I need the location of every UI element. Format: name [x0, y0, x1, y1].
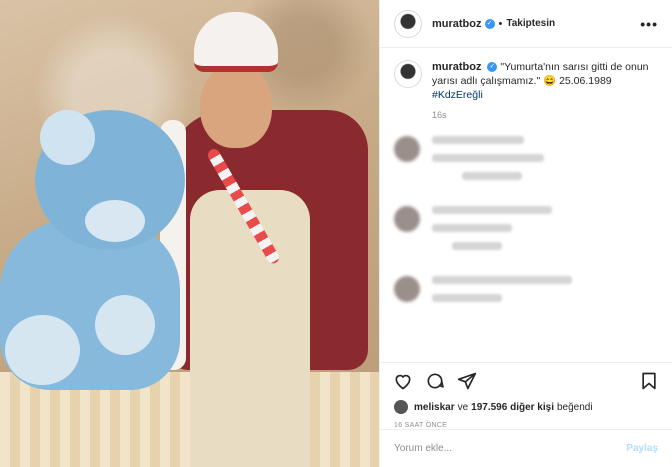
- verified-badge-icon: ✓: [487, 62, 498, 73]
- likes-summary: meliskar ve 197.596 diğer kişi beğendi: [380, 398, 672, 414]
- list-item: [394, 276, 658, 312]
- comment-icon: [427, 373, 444, 389]
- blur-line: [462, 172, 522, 180]
- avatar: [394, 206, 420, 232]
- post-timestamp[interactable]: 16 SAAT ÖNCE: [380, 414, 672, 429]
- caption-hashtag[interactable]: #KdzEreğli: [432, 89, 483, 101]
- share-button[interactable]: [456, 370, 478, 392]
- post-header: muratboz ✓ • Takiptesin •••: [380, 0, 672, 48]
- photo-suit: [190, 190, 310, 467]
- likes-suffix: beğendi: [557, 401, 593, 413]
- bookmark-icon: [642, 372, 656, 389]
- caption: muratboz ✓ "Yumurta'nın sarısı gitti de …: [394, 60, 658, 102]
- likes-count[interactable]: 197.596 diğer kişi: [471, 402, 554, 413]
- add-comment-bar: Paylaş: [380, 429, 672, 467]
- blur-line: [432, 206, 552, 214]
- likes-connector: ve: [457, 401, 469, 413]
- heart-icon: [395, 374, 411, 389]
- share-icon: [457, 372, 477, 389]
- blur-line: [432, 154, 544, 162]
- liker-username[interactable]: meliskar: [414, 402, 455, 413]
- post-photo[interactable]: [0, 0, 379, 467]
- avatar[interactable]: [394, 60, 422, 88]
- blur-line: [432, 136, 524, 144]
- save-button[interactable]: [638, 370, 660, 392]
- verified-badge-icon: ✓: [484, 18, 495, 29]
- caption-time: 16s: [432, 110, 447, 120]
- blurred-comment-text: [432, 206, 658, 260]
- blur-line: [452, 242, 502, 250]
- caption-username[interactable]: muratboz: [432, 61, 482, 73]
- post-comment-button[interactable]: Paylaş: [626, 443, 658, 454]
- like-button[interactable]: [392, 370, 414, 392]
- avatar: [394, 276, 420, 302]
- caption-text-block: muratboz ✓ "Yumurta'nın sarısı gitti de …: [432, 60, 652, 102]
- blur-line: [432, 276, 572, 284]
- post-sidebar: muratboz ✓ • Takiptesin ••• muratboz ✓ "…: [379, 0, 672, 467]
- avatar: [394, 136, 420, 162]
- blur-line: [432, 294, 502, 302]
- avatar[interactable]: [394, 9, 422, 38]
- more-options-icon[interactable]: •••: [640, 16, 658, 32]
- header-username[interactable]: muratboz: [432, 18, 482, 30]
- post-actions: [380, 362, 672, 398]
- post-modal: muratboz ✓ • Takiptesin ••• muratboz ✓ "…: [0, 0, 672, 467]
- blurred-comment-text: [432, 276, 658, 312]
- bear-muzzle: [85, 200, 145, 242]
- photo-child-face: [200, 62, 272, 148]
- blur-line: [432, 224, 512, 232]
- comments-list: muratboz ✓ "Yumurta'nın sarısı gitti de …: [380, 48, 672, 362]
- bear-paw: [95, 295, 155, 355]
- avatar[interactable]: [394, 400, 408, 414]
- bear-paw: [5, 315, 80, 385]
- blurred-comment-text: [432, 136, 658, 190]
- bear-ear: [40, 110, 95, 165]
- photo-teddy-bear: [0, 110, 200, 400]
- list-item: [394, 206, 658, 260]
- comment-button[interactable]: [424, 370, 446, 392]
- comment-input[interactable]: [394, 443, 627, 454]
- separator-dot: •: [498, 17, 503, 30]
- list-item: [394, 136, 658, 190]
- follow-status-button[interactable]: Takiptesin: [506, 18, 555, 29]
